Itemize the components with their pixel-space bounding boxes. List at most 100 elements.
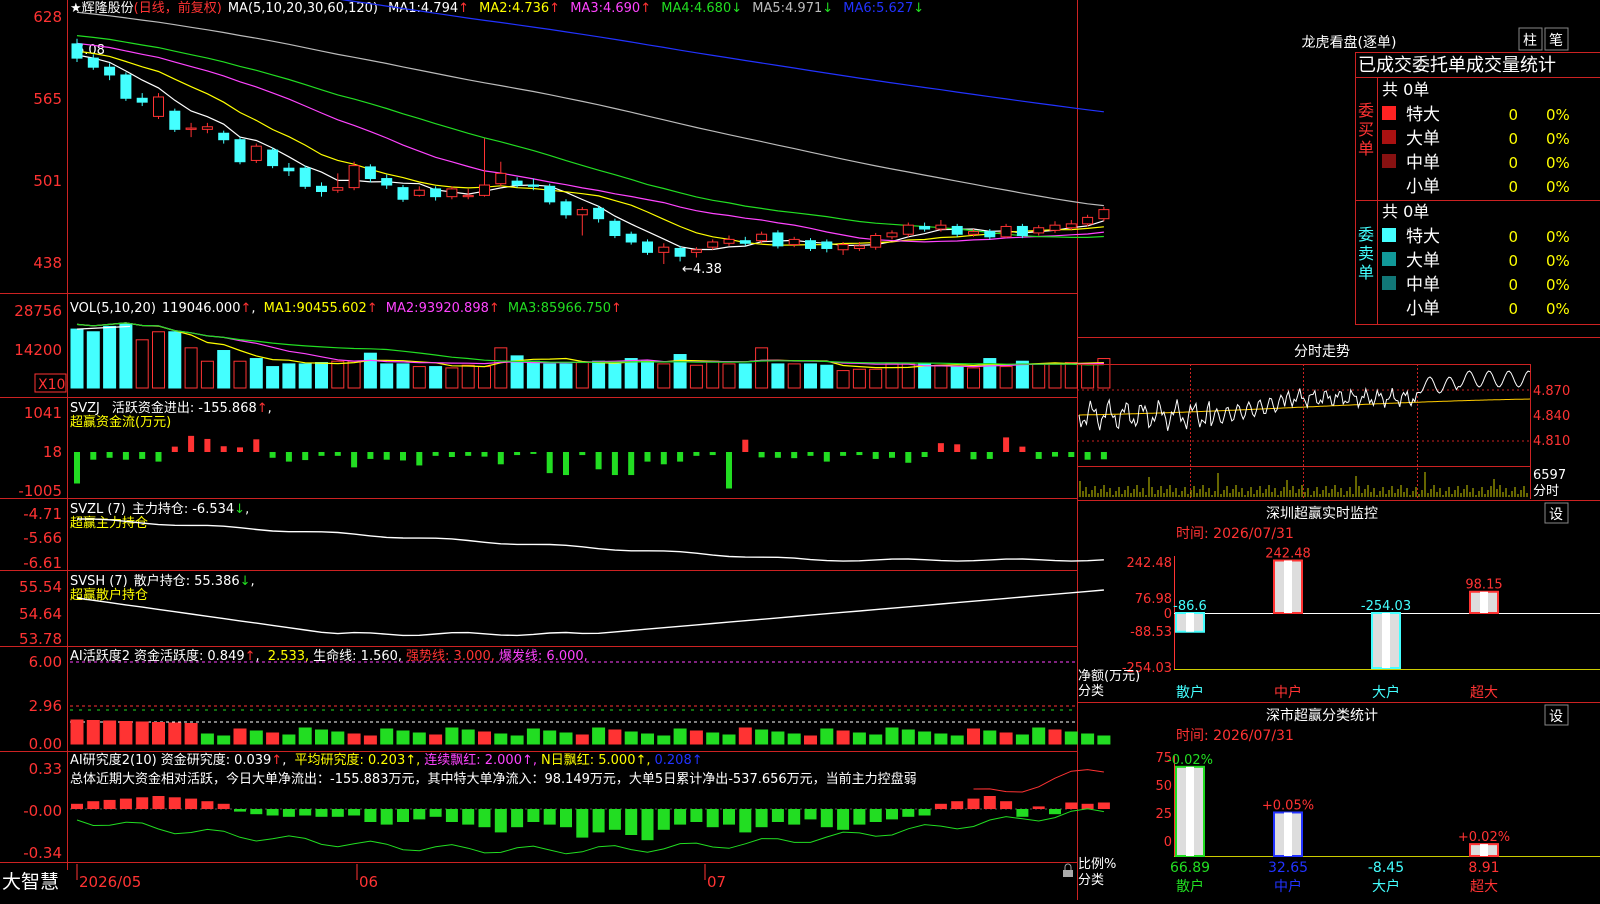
monitor-settings-button[interactable]: 设 xyxy=(1544,502,1569,524)
candle-body xyxy=(316,185,327,192)
volume-bar xyxy=(771,363,785,389)
svzj-bar xyxy=(497,452,504,465)
svzj-bar xyxy=(693,452,700,456)
candle-body xyxy=(348,165,360,189)
y-tick: 0.00 xyxy=(29,735,62,753)
x-tick-label: 2026/05 xyxy=(79,873,141,891)
candle-body xyxy=(267,149,279,167)
sell-row-label: 特大 xyxy=(1406,227,1440,247)
sell-row-count: 0 xyxy=(1508,228,1518,246)
research-bar xyxy=(755,809,768,828)
svzj-bar xyxy=(889,452,895,458)
svzl-header: SVZL (7) 主力持仓: -6.534↓, xyxy=(70,502,249,517)
svzj-bar xyxy=(791,452,798,459)
y-tick: 6.00 xyxy=(29,653,62,671)
activity-bar xyxy=(689,730,703,745)
buy-total: 共 0单 xyxy=(1382,80,1429,99)
volume-bar xyxy=(347,360,361,389)
svzj-bar xyxy=(611,452,618,476)
volume-bar xyxy=(950,366,964,389)
intraday-vol-unit: 分时 xyxy=(1533,484,1559,499)
monitor-value-label: 98.15 xyxy=(1465,578,1502,593)
activity-bar xyxy=(478,731,491,745)
candle-body xyxy=(71,43,83,59)
activity-bar xyxy=(967,728,980,745)
candle xyxy=(234,137,246,165)
candle-body xyxy=(576,209,588,216)
activity-bar xyxy=(152,722,165,745)
research-bar xyxy=(1032,806,1045,809)
svzj-bar xyxy=(188,435,195,452)
stat-change-label: +0.02% xyxy=(1458,830,1510,845)
svzj-bar xyxy=(1100,452,1107,460)
research-bar xyxy=(543,809,556,825)
svzj-bar xyxy=(660,452,667,465)
bar-mode-button[interactable]: 柱 xyxy=(1518,27,1543,51)
monitor-category-label: 中户 xyxy=(1274,684,1302,701)
candle-body xyxy=(951,225,963,235)
candle-body xyxy=(870,235,882,248)
stat-value-label: 8.91 xyxy=(1468,860,1499,876)
candle xyxy=(870,232,882,250)
monitor-bar-highlight xyxy=(1284,560,1292,613)
candle-body xyxy=(658,246,670,253)
buy-row-percent: 0% xyxy=(1546,106,1570,124)
candle-body xyxy=(837,244,849,251)
research-bar xyxy=(282,809,295,817)
activity-bar xyxy=(445,727,459,745)
y-tick: 18 xyxy=(43,443,62,461)
candle xyxy=(642,239,653,255)
volume-bar xyxy=(266,366,280,389)
candle-body xyxy=(381,178,393,186)
volume-bar xyxy=(641,360,654,389)
sell-total: 共 0单 xyxy=(1382,202,1429,221)
svzj-bar xyxy=(628,452,635,476)
activity-bar xyxy=(804,735,817,745)
main-chart-header: ★辉隆股份(日线，前复权) MA(5,10,20,30,60,120) MA1:4… xyxy=(70,0,924,16)
activity-bar xyxy=(135,721,149,745)
activity-bar xyxy=(315,729,328,745)
activity-bar xyxy=(331,731,345,745)
volume-bar xyxy=(526,360,540,389)
legend-swatch xyxy=(1382,228,1396,242)
activity-bar xyxy=(86,720,100,745)
buy-row-count: 0 xyxy=(1508,154,1518,172)
candle-body xyxy=(593,207,605,220)
svg-text:0: 0 xyxy=(1164,835,1172,850)
svzj-bar xyxy=(530,452,537,454)
activity-bar xyxy=(592,727,606,745)
svg-text:设: 设 xyxy=(1549,507,1563,523)
candle-body xyxy=(756,233,768,242)
svg-text:4.840: 4.840 xyxy=(1533,409,1570,424)
activity-bar xyxy=(1015,734,1029,745)
candle-body xyxy=(169,110,181,130)
volume-bar xyxy=(478,366,491,389)
svzj-bar xyxy=(823,452,830,462)
svg-text:柱: 柱 xyxy=(1523,33,1537,49)
svzj-bar xyxy=(774,452,781,458)
research-bar xyxy=(348,809,361,816)
activity-bar xyxy=(103,720,117,745)
legend-swatch xyxy=(1382,106,1396,120)
research-bar xyxy=(1081,803,1094,809)
y-tick: 28756 xyxy=(14,302,62,320)
svzj-bar xyxy=(807,452,814,456)
ai2-summary: 总体近期大资金相对活跃，今日大单净流出：-155.883万元，其中特大单净流入：… xyxy=(70,771,917,787)
tick-mode-button[interactable]: 笔 xyxy=(1544,27,1569,51)
research-bar xyxy=(527,809,540,822)
svzj-bar xyxy=(285,452,292,462)
research-bar xyxy=(739,809,752,833)
stat-bar-highlight xyxy=(1480,844,1488,856)
research-bar xyxy=(788,809,801,825)
intraday-title: 分时走势 xyxy=(1294,344,1350,360)
candle-body xyxy=(984,231,996,238)
stat-settings-button[interactable]: 设 xyxy=(1544,704,1569,726)
volume-bar xyxy=(575,362,589,389)
candle-body xyxy=(723,238,735,244)
volume-bar xyxy=(86,331,100,389)
x-tick-label: 06 xyxy=(359,873,378,891)
research-bar xyxy=(918,809,931,816)
buy-row-percent: 0% xyxy=(1546,154,1570,172)
y-tick: 438 xyxy=(33,254,62,272)
svzj-bar xyxy=(1052,452,1058,457)
